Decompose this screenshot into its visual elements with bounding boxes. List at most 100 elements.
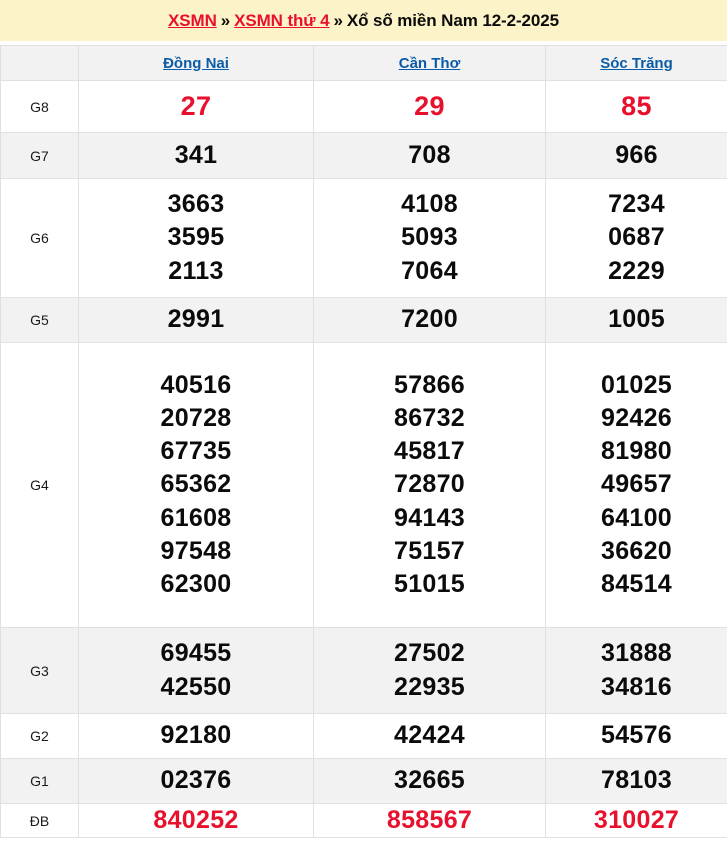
- lottery-number: 69455: [160, 639, 232, 668]
- lottery-number: 42550: [160, 672, 232, 701]
- lottery-number: 57866: [393, 370, 466, 399]
- prize-label-g1: G1: [0, 758, 79, 804]
- prize-cell: 2991: [78, 297, 314, 343]
- table-row: G5 2991 7200 1005: [0, 297, 727, 343]
- lottery-number: 31888: [600, 639, 673, 668]
- table-row: G2 92180 42424 54576: [0, 713, 727, 759]
- table-row: G3 69455 42550 27502 22935 31888 34816: [0, 627, 727, 714]
- table-header: Đồng Nai Cần Thơ Sóc Trăng: [0, 45, 727, 81]
- prize-cell: 7200: [313, 297, 546, 343]
- number-stack: 29: [314, 89, 545, 125]
- lottery-number: 2113: [168, 256, 224, 285]
- prize-cell: 42424: [313, 713, 546, 759]
- number-stack: 2991: [79, 303, 313, 336]
- number-stack: 708: [314, 139, 545, 172]
- prize-cell: 966: [545, 132, 727, 179]
- prize-cell: 01025 92426 81980 49657 64100 36620 84514: [545, 342, 727, 628]
- lottery-number: 86732: [393, 403, 466, 432]
- number-stack: 1005: [546, 303, 727, 336]
- breadcrumb-separator-2: »: [333, 10, 343, 30]
- prize-cell: 29: [313, 80, 546, 133]
- number-stack: 310027: [546, 804, 727, 837]
- lottery-number: 5093: [401, 223, 458, 252]
- prize-cell: 78103: [545, 758, 727, 804]
- number-stack: 3663 3595 2113: [79, 188, 313, 288]
- province-link-soc-trang[interactable]: Sóc Trăng: [600, 55, 673, 72]
- breadcrumb-banner: XSMN » XSMN thứ 4 » Xổ số miền Nam 12-2-…: [0, 0, 727, 41]
- province-link-dong-nai[interactable]: Đồng Nai: [163, 55, 229, 72]
- lottery-number: 27: [180, 90, 212, 121]
- lottery-number: 27502: [393, 639, 466, 668]
- number-stack: 42424: [314, 719, 545, 752]
- number-stack: 7234 0687 2229: [546, 188, 727, 288]
- page-title: Xổ số miền Nam 12-2-2025: [346, 10, 559, 30]
- prize-cell: 92180: [78, 713, 314, 759]
- number-stack: 54576: [546, 719, 727, 752]
- lottery-number: 3663: [167, 190, 225, 219]
- column-header-province-3: Sóc Trăng: [545, 45, 727, 81]
- lottery-number: 1005: [608, 305, 665, 334]
- lottery-number: 81980: [600, 437, 673, 466]
- lottery-number: 97548: [160, 536, 232, 565]
- number-stack: 02376: [79, 764, 313, 797]
- lottery-number: 966: [615, 140, 658, 169]
- number-stack: 858567: [314, 804, 545, 837]
- lottery-results-table: Đồng Nai Cần Thơ Sóc Trăng G8 27 29 85 G7 341…: [0, 45, 727, 839]
- lottery-number: 92426: [600, 403, 673, 432]
- table-row: G6 3663 3595 2113 4108 5093 7064 7234 0687 2229: [0, 178, 727, 298]
- number-stack: 92180: [79, 719, 313, 752]
- prize-cell: 840252: [78, 802, 314, 839]
- number-stack: 69455 42550: [79, 637, 313, 704]
- lottery-number: 310027: [593, 806, 680, 834]
- prize-cell: 4108 5093 7064: [313, 178, 546, 298]
- lottery-number: 94143: [393, 503, 466, 532]
- number-stack: 57866 86732 45817 72870 94143 75157 51015: [314, 369, 545, 602]
- prize-cell: 40516 20728 67735 65362 61608 97548 62300: [78, 342, 314, 628]
- lottery-number: 61608: [160, 503, 232, 532]
- lottery-number: 54576: [600, 721, 673, 750]
- prize-label-đb: ĐB: [0, 802, 79, 839]
- prize-cell: 1005: [545, 297, 727, 343]
- number-stack: 840252: [79, 804, 313, 837]
- number-stack: 341: [79, 139, 313, 172]
- table-body: G8 27 29 85 G7 341 708 966 G6 3663 3595 2113 4108 509…: [0, 80, 727, 839]
- prize-cell: 27: [78, 80, 314, 133]
- prize-cell: 57866 86732 45817 72870 94143 75157 51015: [313, 342, 546, 628]
- number-stack: 01025 92426 81980 49657 64100 36620 84514: [546, 369, 727, 602]
- lottery-number: 840252: [153, 806, 239, 834]
- table-row: G8 27 29 85: [0, 80, 727, 133]
- table-row: G1 02376 32665 78103: [0, 758, 727, 804]
- number-stack: 966: [546, 139, 727, 172]
- lottery-number: 32665: [393, 766, 466, 795]
- lottery-number: 42424: [393, 721, 466, 750]
- lottery-number: 65362: [160, 470, 232, 499]
- lottery-number: 02376: [160, 766, 232, 795]
- lottery-number: 858567: [386, 806, 473, 834]
- prize-label-g7: G7: [0, 132, 79, 179]
- number-stack: 32665: [314, 764, 545, 797]
- prize-cell: 32665: [313, 758, 546, 804]
- lottery-number: 92180: [160, 721, 232, 750]
- lottery-number: 708: [408, 140, 451, 169]
- prize-cell: 3663 3595 2113: [78, 178, 314, 298]
- province-link-can-tho[interactable]: Cần Thơ: [399, 55, 461, 72]
- prize-cell: 85: [545, 80, 727, 133]
- lottery-number: 7200: [401, 305, 458, 334]
- prize-label-g6: G6: [0, 178, 79, 298]
- lottery-number: 29: [414, 90, 445, 121]
- prize-cell: 27502 22935: [313, 627, 546, 714]
- breadcrumb-link-xsmn-thu-4[interactable]: XSMN thứ 4: [234, 11, 329, 31]
- breadcrumb-separator-1: »: [220, 10, 231, 30]
- prize-label-g4: G4: [0, 342, 79, 628]
- breadcrumb-link-xsmn[interactable]: XSMN: [168, 11, 217, 31]
- lottery-number: 75157: [393, 536, 466, 565]
- number-stack: 85: [546, 89, 727, 125]
- number-stack: 27502 22935: [314, 637, 545, 704]
- prize-label-g2: G2: [0, 713, 79, 759]
- header-row: Đồng Nai Cần Thơ Sóc Trăng: [0, 45, 727, 81]
- lottery-number: 67735: [160, 437, 232, 466]
- number-stack: 40516 20728 67735 65362 61608 97548 62300: [79, 369, 313, 602]
- lottery-number: 78103: [600, 766, 673, 795]
- lottery-number: 0687: [608, 223, 665, 252]
- lottery-number: 62300: [160, 570, 232, 599]
